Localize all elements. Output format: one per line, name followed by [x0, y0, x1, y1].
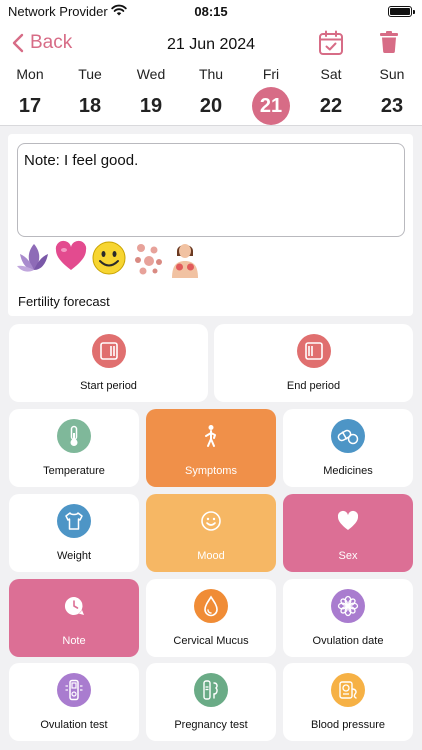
header: Back 21 Jun 2024 Mon 17 Tue 18 Wed 19 Th… [0, 24, 422, 126]
day-number: 23 [380, 95, 404, 117]
test-strip-icon [57, 673, 91, 707]
status-bar: Network Provider 08:15 [0, 0, 422, 24]
medicines-tile[interactable]: Medicines [283, 409, 413, 487]
end-period-tile[interactable]: End period [214, 324, 413, 402]
tile-label: Weight [56, 550, 92, 562]
calendar-check-icon[interactable] [317, 29, 345, 57]
discharge-drops-icon [135, 244, 162, 275]
page-title: 21 Jun 2024 [166, 36, 256, 53]
start-period-tile[interactable]: Start period [9, 324, 208, 402]
tile-label: Cervical Mucus [173, 635, 249, 647]
pills-icon [331, 419, 365, 453]
battery-icon [388, 6, 415, 17]
flower-icon [331, 589, 365, 623]
ovulation-date-tile[interactable]: Ovulation date [283, 579, 413, 657]
day-summary-card: Note: I feel good. Fertility forecast [8, 134, 413, 316]
sex-tile[interactable]: Sex [283, 494, 413, 572]
temperature-tile[interactable]: Temperature [9, 409, 139, 487]
day-name: Thu [198, 66, 224, 82]
tile-label: Medicines [323, 465, 373, 477]
tile-label: Ovulation date [312, 635, 384, 647]
weight-tile[interactable]: Weight [9, 494, 139, 572]
day-name: Tue [78, 66, 102, 82]
day-number: 19 [139, 95, 163, 117]
day-mon[interactable]: Mon 17 [0, 64, 60, 124]
tile-label: Ovulation test [40, 719, 108, 731]
note-textarea[interactable]: Note: I feel good. [17, 143, 405, 237]
tile-label: Start period [80, 380, 137, 392]
status-time: 08:15 [194, 4, 228, 19]
woman-figure-icon [172, 244, 198, 278]
person-pain-icon [194, 419, 228, 453]
tile-label: Pregnancy test [174, 719, 248, 731]
blood-pressure-tile[interactable]: Blood pressure [283, 663, 413, 741]
day-name: Sun [379, 66, 405, 82]
trash-icon[interactable] [378, 30, 400, 54]
ovulation-test-tile[interactable]: Ovulation test [9, 663, 139, 741]
day-wed[interactable]: Wed 19 [121, 64, 181, 124]
day-number: 20 [199, 95, 223, 117]
blood-pressure-icon [331, 673, 365, 707]
tile-label: Symptoms [185, 465, 237, 477]
day-number: 21 [252, 87, 290, 125]
day-name: Fri [262, 66, 280, 82]
tile-label: Blood pressure [311, 719, 385, 731]
day-name: Wed [136, 66, 166, 82]
start-period-icon [91, 334, 126, 368]
day-number: 18 [78, 95, 102, 117]
day-number: 22 [319, 95, 343, 117]
pregnancy-test-icon [194, 673, 228, 707]
tile-label: Note [62, 635, 86, 647]
heart-outline-icon [331, 504, 365, 538]
heart-icon [55, 240, 87, 270]
symptoms-tile[interactable]: Symptoms [146, 409, 276, 487]
drop-icon [194, 589, 228, 623]
tile-label: End period [286, 380, 341, 392]
day-name: Sat [320, 66, 342, 82]
fertility-forecast-label: Fertility forecast [18, 294, 110, 309]
tile-label: Sex [338, 550, 358, 562]
smiley-icon [92, 241, 126, 275]
thermometer-icon [57, 419, 91, 453]
week-strip: Mon 17 Tue 18 Wed 19 Thu 20 Fri 21 Sat 2… [0, 64, 422, 125]
cervical-mucus-tile[interactable]: Cervical Mucus [146, 579, 276, 657]
tile-label: Mood [197, 550, 225, 562]
day-tue[interactable]: Tue 18 [60, 64, 120, 124]
tile-label: Temperature [43, 465, 105, 477]
mood-tile[interactable]: Mood [146, 494, 276, 572]
lotus-icon [17, 244, 48, 272]
clock-bubble-icon [57, 589, 91, 623]
shirt-icon [57, 504, 91, 538]
day-number: 17 [18, 95, 42, 117]
smile-face-icon [194, 504, 228, 538]
day-sat[interactable]: Sat 22 [301, 64, 361, 124]
day-sun[interactable]: Sun 23 [362, 64, 422, 124]
pregnancy-test-tile[interactable]: Pregnancy test [146, 663, 276, 741]
day-thu[interactable]: Thu 20 [181, 64, 241, 124]
day-fri-selected[interactable]: Fri 21 [241, 64, 301, 125]
end-period-icon [296, 334, 331, 368]
note-tile[interactable]: Note [9, 579, 139, 657]
day-name: Mon [16, 66, 44, 82]
